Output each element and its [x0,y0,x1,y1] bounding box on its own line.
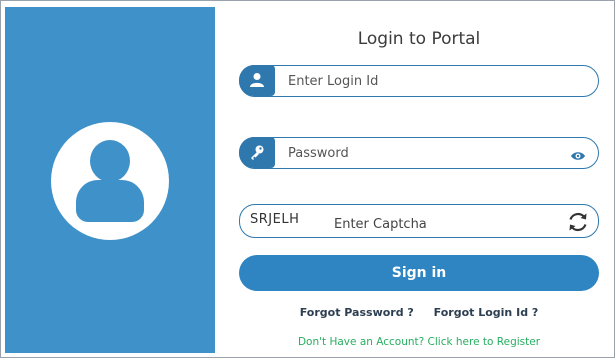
eye-icon[interactable] [570,147,586,166]
sign-in-button[interactable]: Sign in [239,255,599,291]
avatar-icon [51,122,169,240]
avatar-body [76,180,144,222]
avatar-head [90,140,130,182]
forgot-password-link[interactable]: Forgot Password ? [300,306,414,319]
key-icon [239,137,275,168]
user-icon [239,65,275,96]
register-link[interactable]: Don't Have an Account? Click here to Reg… [239,336,599,348]
password-field[interactable] [239,137,599,169]
forgot-links: Forgot Password ? Forgot Login Id ? [239,306,599,319]
forgot-login-id-link[interactable]: Forgot Login Id ? [434,306,539,319]
page-title: Login to Portal [357,29,481,49]
login-id-input[interactable] [288,71,548,91]
captcha-input[interactable] [334,214,544,234]
login-card: Login to Portal SRJELH [0,0,615,358]
password-input[interactable] [288,143,548,163]
left-panel [5,7,215,353]
refresh-icon[interactable] [566,210,590,238]
login-id-field[interactable] [239,65,599,97]
captcha-code: SRJELH [250,212,300,227]
captcha-field[interactable]: SRJELH [239,204,599,238]
